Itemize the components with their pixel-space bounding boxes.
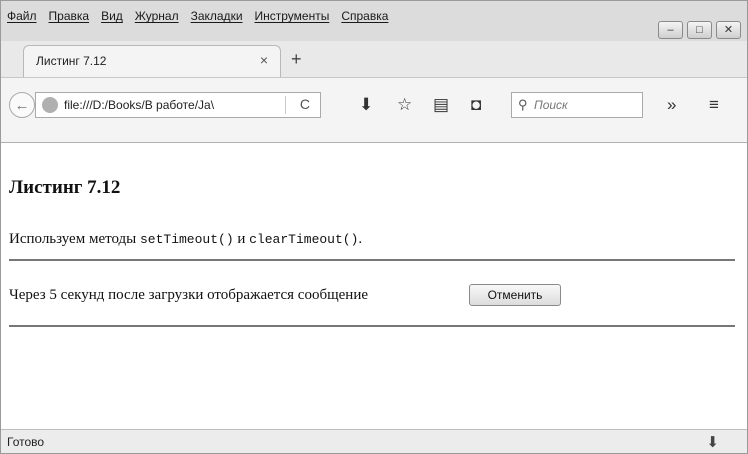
menu-view[interactable]: Вид	[101, 9, 123, 23]
status-text: Готово	[7, 435, 45, 449]
menu-tools[interactable]: Инструменты	[255, 9, 330, 23]
menu-file[interactable]: Файл	[7, 9, 37, 23]
page-heading: Листинг 7.12	[9, 177, 121, 198]
overflow-icon[interactable]: »	[667, 95, 676, 115]
navigation-bar: ← file:///D:/Books/В работе/Ja\ C ⬇ ☆ ▤ …	[1, 77, 747, 143]
intro-paragraph: Используем методы setTimeout() и clearTi…	[9, 231, 362, 248]
search-icon: ⚲	[518, 97, 528, 112]
menu-bookmarks[interactable]: Закладки	[191, 9, 243, 23]
maximize-icon[interactable]: □	[687, 21, 712, 39]
tab-close-icon[interactable]: ×	[260, 52, 268, 68]
search-placeholder: Поиск	[534, 98, 568, 112]
status-bar: Готово ⬇	[1, 429, 747, 453]
search-input[interactable]: ⚲ Поиск	[511, 92, 643, 118]
intro-suffix: .	[358, 231, 363, 247]
hamburger-menu-icon[interactable]: ≡	[709, 95, 719, 115]
page-content: Листинг 7.12 Используем методы setTimeou…	[1, 143, 747, 429]
menu-history[interactable]: Журнал	[135, 9, 179, 23]
close-icon[interactable]: ✕	[716, 21, 741, 39]
divider-bottom	[9, 325, 735, 327]
code-cleartimeout: clearTimeout()	[249, 232, 359, 247]
message-text: Через 5 секунд после загрузки отображает…	[9, 287, 369, 303]
back-arrow-icon[interactable]: ←	[9, 92, 35, 118]
status-download-icon[interactable]: ⬇	[706, 433, 719, 451]
reading-list-icon[interactable]: ▤	[433, 95, 449, 115]
cancel-button[interactable]: Отменить	[469, 284, 561, 306]
intro-prefix: Используем методы	[9, 231, 140, 247]
pocket-icon[interactable]: ◘	[471, 95, 481, 115]
reload-icon[interactable]: C	[300, 96, 310, 112]
code-settimeout: setTimeout()	[140, 232, 234, 247]
url-text: file:///D:/Books/В работе/Ja\	[64, 98, 215, 112]
url-separator	[285, 96, 286, 114]
window-controls: – □ ✕	[658, 21, 741, 39]
site-identity-icon[interactable]	[42, 97, 58, 113]
menu-edit[interactable]: Правка	[49, 9, 90, 23]
tab-title: Листинг 7.12	[36, 54, 107, 68]
url-bar[interactable]: file:///D:/Books/В работе/Ja\ C	[35, 92, 321, 118]
menu-help[interactable]: Справка	[341, 9, 388, 23]
minimize-icon[interactable]: –	[658, 21, 683, 39]
intro-mid: и	[233, 231, 250, 247]
tab-active[interactable]: Листинг 7.12 ×	[23, 45, 281, 77]
browser-window: Файл Правка Вид Журнал Закладки Инструме…	[0, 0, 748, 454]
download-icon[interactable]: ⬇	[359, 95, 373, 115]
menu-bar: Файл Правка Вид Журнал Закладки Инструме…	[1, 1, 747, 41]
new-tab-icon[interactable]: +	[291, 49, 302, 70]
bookmark-star-icon[interactable]: ☆	[397, 95, 412, 115]
menu-items: Файл Правка Вид Журнал Закладки Инструме…	[7, 9, 388, 23]
divider-top	[9, 259, 735, 261]
